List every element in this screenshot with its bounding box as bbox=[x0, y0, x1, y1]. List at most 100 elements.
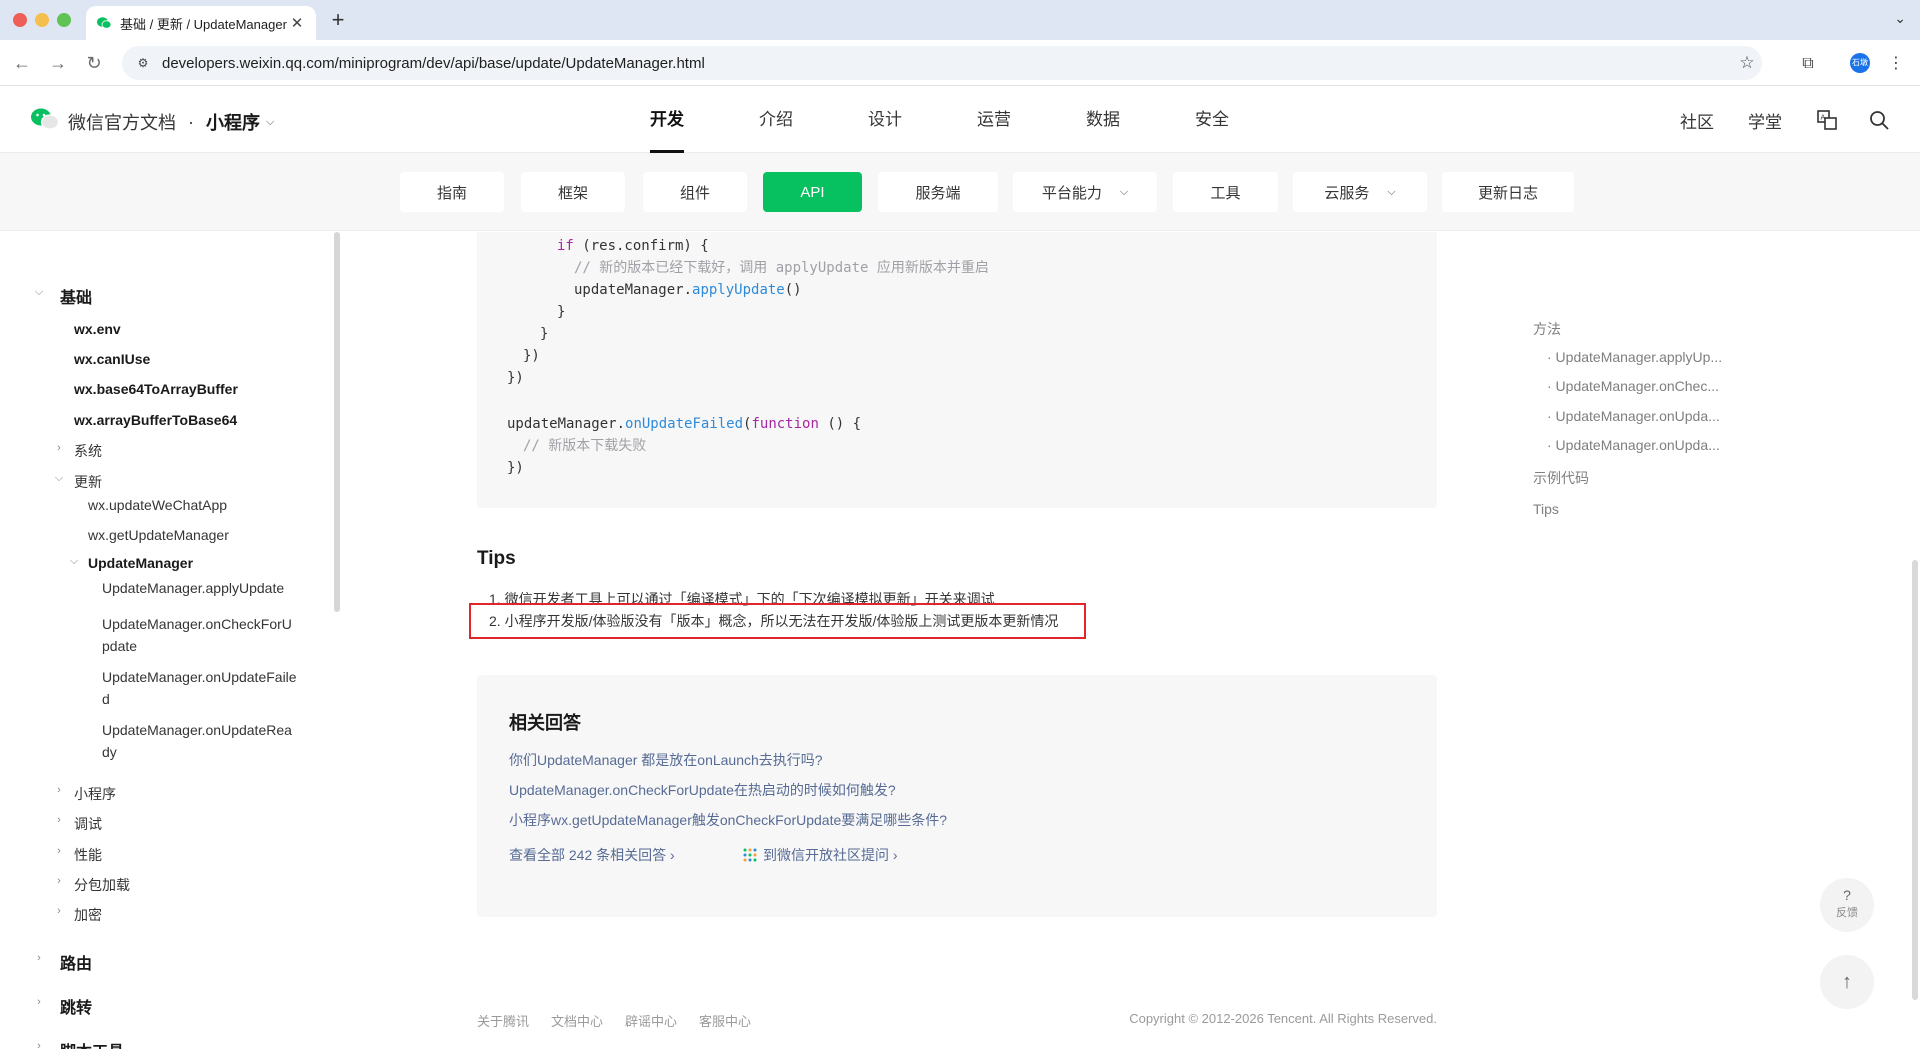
ask-community-link[interactable]: 到微信开放社区提问 › bbox=[743, 845, 898, 865]
footer-service-center[interactable]: 客服中心 bbox=[699, 1011, 751, 1030]
sidebar-section-navigate[interactable]: 跳转 bbox=[60, 994, 92, 1018]
sidebar-section-basic[interactable]: 基础 bbox=[60, 284, 92, 308]
back-arrow-icon[interactable]: ← bbox=[10, 51, 34, 75]
sidebar-item-label: dy bbox=[102, 744, 117, 760]
feedback-button[interactable]: ? 反馈 bbox=[1820, 878, 1874, 932]
chevron-right-icon[interactable]: › bbox=[33, 952, 45, 964]
chevron-right-icon[interactable]: › bbox=[53, 442, 65, 454]
site-settings-icon[interactable]: ⚙ bbox=[134, 56, 152, 70]
sidebar-item-on-update-failed[interactable]: UpdateManager.onUpdateFaile d bbox=[102, 666, 302, 710]
chevron-down-icon[interactable]: ⌵ bbox=[33, 286, 45, 299]
forward-arrow-icon[interactable]: → bbox=[46, 51, 70, 75]
related-link[interactable]: 你们UpdateManager 都是放在onLaunch去执行吗? bbox=[509, 750, 823, 770]
sidebar-item-miniprogram[interactable]: 小程序 bbox=[74, 784, 116, 804]
footer-rumor-center[interactable]: 辟谣中心 bbox=[625, 1011, 677, 1030]
chevron-right-icon[interactable]: › bbox=[33, 996, 45, 1008]
browser-tab[interactable]: 基础 / 更新 / UpdateManager ✕ bbox=[86, 6, 316, 40]
sidebar-item-update-manager[interactable]: UpdateManager bbox=[88, 555, 193, 571]
footer-doc-center[interactable]: 文档中心 bbox=[551, 1011, 603, 1030]
maximize-window-button[interactable] bbox=[57, 13, 71, 27]
nav-data[interactable]: 数据 bbox=[1086, 87, 1120, 153]
url-text[interactable]: developers.weixin.qq.com/miniprogram/dev… bbox=[162, 55, 1732, 72]
url-bar[interactable]: ⚙ developers.weixin.qq.com/miniprogram/d… bbox=[122, 46, 1762, 80]
chevron-down-icon[interactable]: ⌵ bbox=[266, 116, 274, 129]
nav-develop[interactable]: 开发 bbox=[650, 87, 684, 153]
back-to-top-button[interactable]: ↑ bbox=[1820, 955, 1874, 1009]
toc-example-code[interactable]: 示例代码 bbox=[1533, 468, 1589, 488]
subnav-platform-label: 平台能力 bbox=[1041, 184, 1102, 202]
chevron-right-icon[interactable]: › bbox=[33, 1040, 45, 1049]
page-scrollbar[interactable] bbox=[1912, 560, 1918, 1000]
sidebar-item-wx-env[interactable]: wx.env bbox=[74, 321, 121, 337]
brand[interactable]: 微信官方文档 · 小程序 ⌵ bbox=[68, 109, 274, 135]
close-tab-icon[interactable]: ✕ bbox=[288, 14, 306, 32]
product-selector[interactable]: 小程序 bbox=[206, 109, 260, 135]
nav-security[interactable]: 安全 bbox=[1195, 87, 1229, 153]
nav-design[interactable]: 设计 bbox=[868, 87, 902, 153]
browser-menu-icon[interactable]: ⋮ bbox=[1884, 52, 1908, 76]
subnav-framework[interactable]: 框架 bbox=[521, 172, 625, 212]
extensions-puzzle-icon[interactable]: ⧉ bbox=[1796, 52, 1820, 76]
nav-intro[interactable]: 介绍 bbox=[759, 87, 793, 153]
subnav-guide[interactable]: 指南 bbox=[400, 172, 504, 212]
profile-avatar[interactable]: 石墩 bbox=[1850, 53, 1870, 73]
subnav-api[interactable]: API bbox=[763, 172, 862, 212]
toc-item-on-update-failed[interactable]: · UpdateManager.onUpda... bbox=[1547, 408, 1720, 424]
sidebar-section-route[interactable]: 路由 bbox=[60, 950, 92, 974]
sidebar-item-performance[interactable]: 性能 bbox=[74, 845, 102, 865]
chevron-down-icon[interactable]: ⌵ bbox=[68, 555, 80, 568]
view-all-answers-link[interactable]: 查看全部 242 条相关回答 › bbox=[509, 845, 675, 865]
view-all-label: 查看全部 242 条相关回答 bbox=[509, 847, 667, 863]
chevron-right-icon[interactable]: › bbox=[53, 814, 65, 826]
sidebar-item-encrypt[interactable]: 加密 bbox=[74, 905, 102, 925]
subnav-components[interactable]: 组件 bbox=[643, 172, 747, 212]
chevron-right-icon[interactable]: › bbox=[53, 905, 65, 917]
chevron-right-icon[interactable]: › bbox=[53, 784, 65, 796]
chevron-right-icon[interactable]: › bbox=[53, 875, 65, 887]
sidebar-item-apply-update[interactable]: UpdateManager.applyUpdate bbox=[102, 580, 284, 596]
bookmark-star-icon[interactable]: ☆ bbox=[1732, 53, 1762, 73]
chevron-down-icon[interactable]: ⌵ bbox=[53, 472, 65, 485]
nav-academy[interactable]: 学堂 bbox=[1748, 108, 1782, 133]
close-window-button[interactable] bbox=[13, 13, 27, 27]
toc-item-apply-update[interactable]: · UpdateManager.applyUp... bbox=[1547, 349, 1722, 365]
sidebar-item-wx-caniuse[interactable]: wx.canIUse bbox=[74, 351, 150, 367]
toc-methods[interactable]: 方法 bbox=[1533, 319, 1561, 339]
sidebar-item-update[interactable]: 更新 bbox=[74, 472, 102, 492]
search-icon[interactable] bbox=[1868, 109, 1890, 131]
wechat-logo-icon[interactable] bbox=[30, 107, 60, 131]
sidebar-item-debug[interactable]: 调试 bbox=[74, 814, 102, 834]
nav-community[interactable]: 社区 bbox=[1680, 108, 1714, 133]
sidebar-scrollbar[interactable] bbox=[334, 232, 340, 612]
toc-tips[interactable]: Tips bbox=[1533, 501, 1559, 517]
subnav-tools[interactable]: 工具 bbox=[1173, 172, 1278, 212]
tab-search-chevron-icon[interactable]: ⌄ bbox=[1894, 10, 1906, 27]
related-link[interactable]: UpdateManager.onCheckForUpdate在热启动的时候如何触… bbox=[509, 780, 896, 800]
sidebar-section-script-tools[interactable]: 脚本工具 bbox=[60, 1038, 124, 1049]
code-keyword: if bbox=[557, 238, 574, 254]
sidebar-item-get-update-manager[interactable]: wx.getUpdateManager bbox=[88, 527, 229, 543]
subnav-cloud[interactable]: 云服务 ⌵ bbox=[1293, 172, 1427, 212]
minimize-window-button[interactable] bbox=[35, 13, 49, 27]
toc-item-on-check-for-update[interactable]: · UpdateManager.onChec... bbox=[1547, 378, 1719, 394]
site-header: 微信官方文档 · 小程序 ⌵ 开发 介绍 设计 运营 数据 安全 社区 学堂 A bbox=[0, 87, 1920, 153]
sidebar-item-arraybuffer-to-base64[interactable]: wx.arrayBufferToBase64 bbox=[74, 412, 237, 428]
sidebar-item-update-wechat-app[interactable]: wx.updateWeChatApp bbox=[88, 497, 227, 513]
related-link[interactable]: 小程序wx.getUpdateManager触发onCheckForUpdate… bbox=[509, 810, 947, 830]
tips-heading: Tips bbox=[477, 548, 516, 569]
nav-operation[interactable]: 运营 bbox=[977, 87, 1011, 153]
toc-item-on-update-ready[interactable]: · UpdateManager.onUpda... bbox=[1547, 437, 1720, 453]
reload-icon[interactable]: ↻ bbox=[82, 51, 106, 75]
new-tab-icon[interactable]: + bbox=[326, 8, 350, 32]
chevron-right-icon[interactable]: › bbox=[53, 845, 65, 857]
footer-about-tencent[interactable]: 关于腾讯 bbox=[477, 1011, 529, 1030]
sidebar-item-on-update-ready[interactable]: UpdateManager.onUpdateRea dy bbox=[102, 719, 302, 763]
sidebar-item-subpackage[interactable]: 分包加载 bbox=[74, 875, 130, 895]
subnav-platform[interactable]: 平台能力 ⌵ bbox=[1013, 172, 1157, 212]
translate-icon[interactable]: A bbox=[1816, 109, 1838, 131]
sidebar-item-system[interactable]: 系统 bbox=[74, 441, 102, 461]
subnav-changelog[interactable]: 更新日志 bbox=[1442, 172, 1574, 212]
sidebar-item-base64-to-arraybuffer[interactable]: wx.base64ToArrayBuffer bbox=[74, 381, 238, 397]
sidebar-item-on-check-for-update[interactable]: UpdateManager.onCheckForU pdate bbox=[102, 613, 302, 657]
subnav-server[interactable]: 服务端 bbox=[878, 172, 998, 212]
